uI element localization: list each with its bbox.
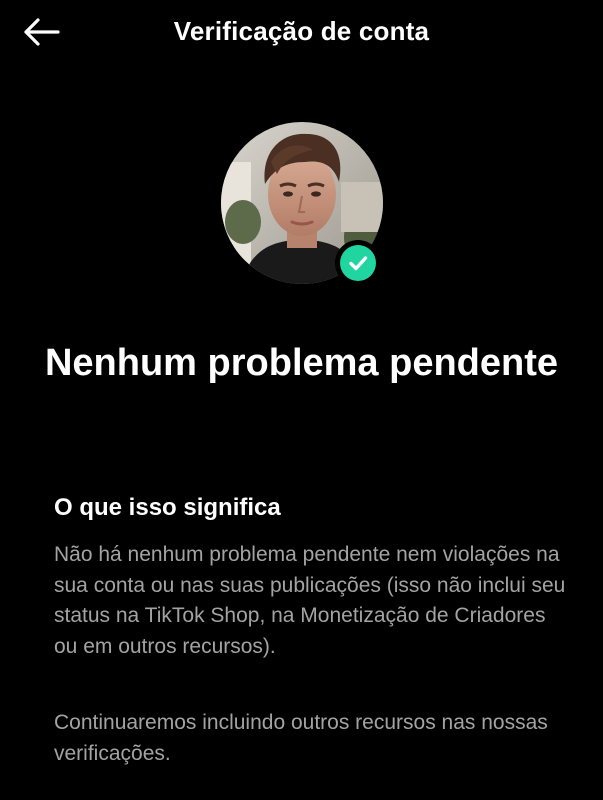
info-paragraph-2: Continuaremos incluindo outros recursos … [54,711,548,765]
checkmark-circle-icon [340,245,376,281]
profile-avatar [221,122,383,286]
verified-badge [335,240,381,286]
info-heading: O que isso significa [54,494,281,521]
info-paragraph-1: Não há nenhum problema pendente nem viol… [54,543,566,658]
status-title: Nenhum problema pendente [44,342,559,384]
page-title: Verificação de conta [173,16,430,46]
top-bar: Verificação de conta [0,0,603,64]
